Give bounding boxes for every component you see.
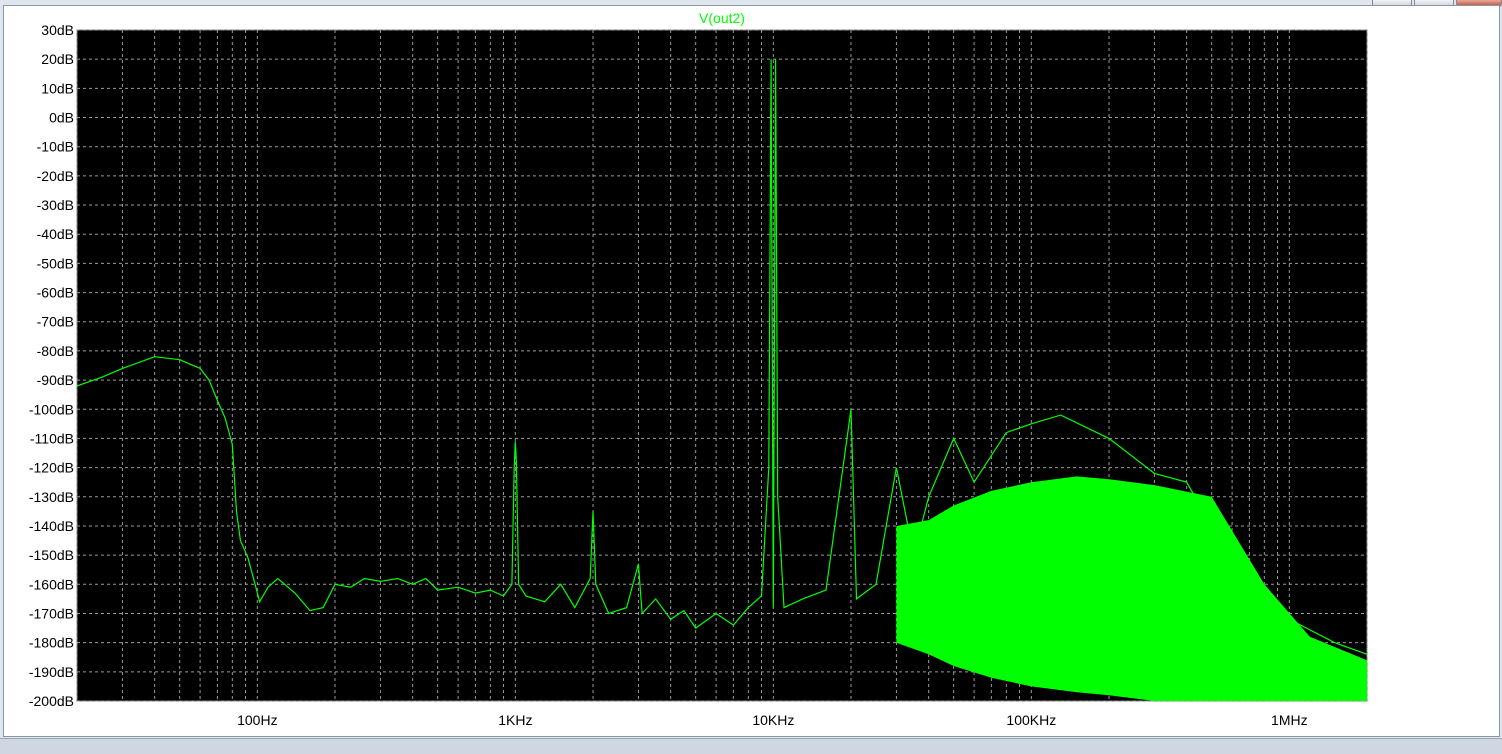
y-tick-label: 10dB (41, 80, 74, 96)
y-axis-ticks: 30dB 20dB 10dB 0dB -10dB -20dB -30dB -40dB -50dB… (29, 22, 74, 709)
y-tick-label: -110dB (30, 430, 74, 446)
y-tick-label: 20dB (41, 51, 74, 67)
y-tick-label: -120dB (29, 460, 74, 476)
x-tick-label: 1KHz (498, 712, 532, 728)
window-frame: V(out2) 30dB 20dB 10dB 0dB -10dB -20dB -30dB -4… (0, 0, 1502, 754)
y-tick-label: -40dB (37, 226, 74, 242)
x-axis-ticks: 100Hz 1KHz 10KHz 100KHz 1MHz (237, 712, 1308, 728)
plot-pane[interactable]: V(out2) 30dB 20dB 10dB 0dB -10dB -20dB -30dB -4… (3, 5, 1500, 737)
y-tick-label: -170dB (29, 605, 74, 621)
y-tick-label: -190dB (29, 664, 74, 680)
y-tick-label: -20dB (37, 168, 74, 184)
y-tick-label: -70dB (37, 314, 74, 330)
y-tick-label: -130dB (29, 489, 74, 505)
y-tick-label: -150dB (29, 547, 74, 563)
y-tick-label: -90dB (37, 372, 74, 388)
y-tick-label: 30dB (41, 22, 74, 38)
status-strip (0, 738, 1502, 754)
trace-title[interactable]: V(out2) (699, 10, 745, 26)
y-tick-label: -100dB (29, 401, 74, 417)
y-tick-label: 0dB (49, 110, 74, 126)
y-tick-label: -180dB (29, 635, 74, 651)
y-tick-label: -200dB (29, 693, 74, 709)
y-tick-label: -50dB (37, 255, 74, 271)
x-tick-label: 10KHz (752, 712, 794, 728)
y-tick-label: -30dB (37, 197, 74, 213)
y-tick-label: -60dB (37, 285, 74, 301)
y-tick-label: -10dB (37, 139, 74, 155)
x-tick-label: 1MHz (1271, 712, 1308, 728)
y-tick-label: -140dB (29, 518, 74, 534)
y-tick-label: -80dB (37, 343, 74, 359)
y-tick-label: -160dB (29, 576, 74, 592)
waveform-chart[interactable]: V(out2) 30dB 20dB 10dB 0dB -10dB -20dB -30dB -4… (4, 6, 1499, 736)
x-tick-label: 100Hz (237, 712, 277, 728)
x-tick-label: 100KHz (1006, 712, 1056, 728)
